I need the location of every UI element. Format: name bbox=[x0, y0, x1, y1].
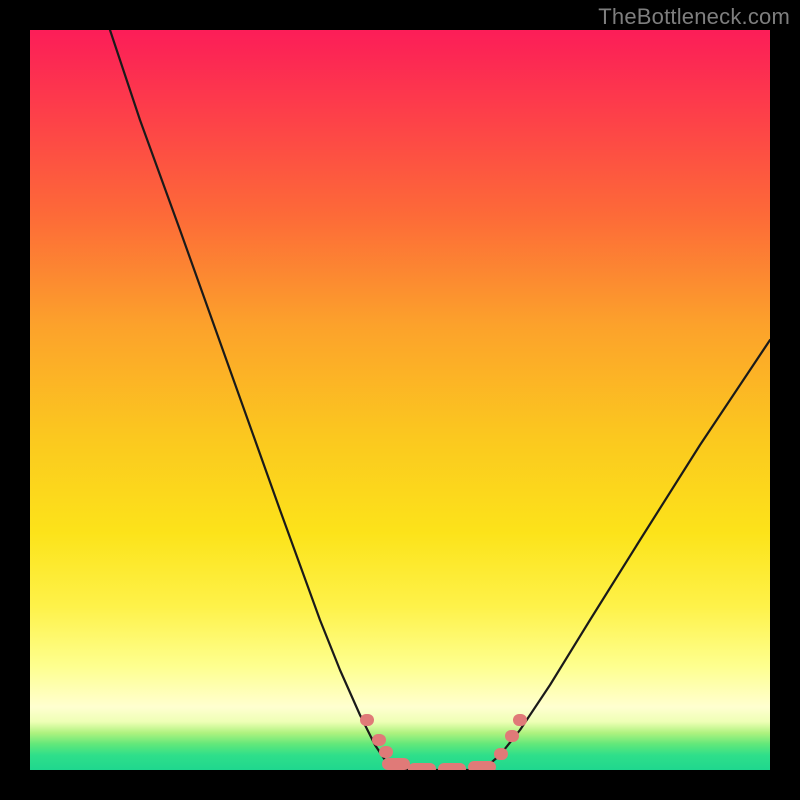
marker-dot bbox=[372, 734, 386, 746]
marker-dot bbox=[438, 763, 466, 770]
highlight-markers bbox=[360, 714, 527, 770]
curve-path bbox=[110, 30, 770, 770]
marker-dot bbox=[408, 763, 436, 770]
watermark-text: TheBottleneck.com bbox=[598, 4, 790, 30]
marker-dot bbox=[513, 714, 527, 726]
marker-dot bbox=[505, 730, 519, 742]
plot-area bbox=[30, 30, 770, 770]
chart-frame: TheBottleneck.com bbox=[0, 0, 800, 800]
marker-dot bbox=[494, 748, 508, 760]
marker-dot bbox=[379, 746, 393, 758]
curve-svg bbox=[30, 30, 770, 770]
marker-dot bbox=[382, 758, 410, 770]
marker-dot bbox=[468, 761, 496, 770]
bottleneck-curve bbox=[110, 30, 770, 770]
marker-dot bbox=[360, 714, 374, 726]
